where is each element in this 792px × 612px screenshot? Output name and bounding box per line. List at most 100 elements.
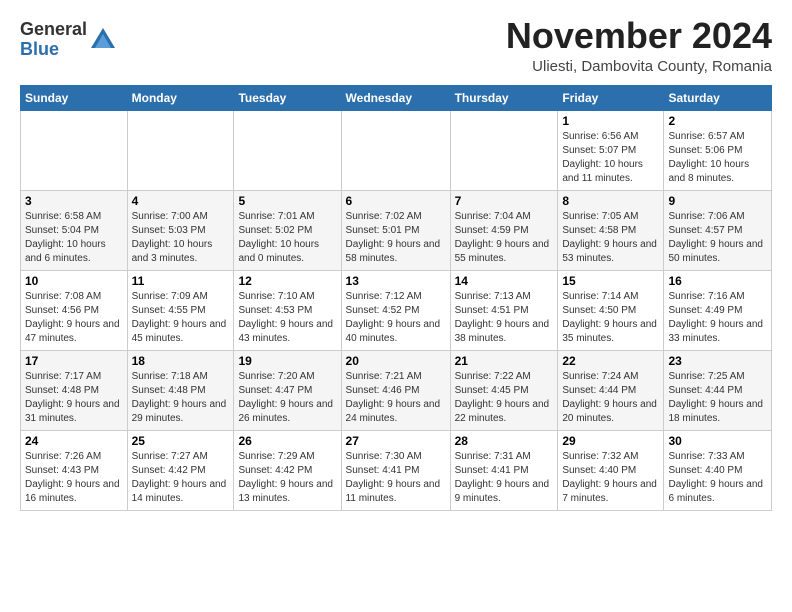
day-number: 6 bbox=[346, 194, 446, 208]
day-info: Sunrise: 7:22 AM Sunset: 4:45 PM Dayligh… bbox=[455, 370, 554, 426]
table-row bbox=[127, 110, 234, 190]
table-row: 11Sunrise: 7:09 AM Sunset: 4:55 PM Dayli… bbox=[127, 270, 234, 350]
table-row: 4Sunrise: 7:00 AM Sunset: 5:03 PM Daylig… bbox=[127, 190, 234, 270]
col-friday: Friday bbox=[558, 85, 664, 110]
day-number: 29 bbox=[562, 434, 659, 448]
day-info: Sunrise: 7:33 AM Sunset: 4:40 PM Dayligh… bbox=[668, 450, 767, 506]
day-number: 5 bbox=[238, 194, 336, 208]
day-info: Sunrise: 7:17 AM Sunset: 4:48 PM Dayligh… bbox=[25, 370, 123, 426]
table-row: 19Sunrise: 7:20 AM Sunset: 4:47 PM Dayli… bbox=[234, 350, 341, 430]
table-row: 25Sunrise: 7:27 AM Sunset: 4:42 PM Dayli… bbox=[127, 430, 234, 510]
day-info: Sunrise: 7:14 AM Sunset: 4:50 PM Dayligh… bbox=[562, 290, 659, 346]
day-info: Sunrise: 7:02 AM Sunset: 5:01 PM Dayligh… bbox=[346, 210, 446, 266]
day-info: Sunrise: 7:10 AM Sunset: 4:53 PM Dayligh… bbox=[238, 290, 336, 346]
day-number: 21 bbox=[455, 354, 554, 368]
table-row: 27 Sunrise: 7:30 AM Sunset: 4:41 PM Dayli… bbox=[341, 430, 450, 510]
day-info: Sunrise: 6:58 AM Sunset: 5:04 PM Dayligh… bbox=[25, 210, 123, 266]
header: General Blue November 2024 Uliesti, Damb… bbox=[20, 16, 772, 75]
day-number: 18 bbox=[132, 354, 230, 368]
table-row bbox=[450, 110, 558, 190]
calendar-table: Sunday Monday Tuesday Wednesday Thursday… bbox=[20, 85, 772, 511]
day-info: Sunrise: 7:30 AM Sunset: 4:41 PM Dayligh… bbox=[346, 450, 446, 506]
table-row: 17 Sunrise: 7:17 AM Sunset: 4:48 PM Dayli… bbox=[21, 350, 128, 430]
day-info: Sunrise: 7:08 AM Sunset: 4:56 PM Dayligh… bbox=[25, 290, 123, 346]
title-block: November 2024 Uliesti, Dambovita County,… bbox=[506, 16, 772, 75]
table-row: 28 Sunrise: 7:31 AM Sunset: 4:41 PM Dayli… bbox=[450, 430, 558, 510]
day-number: 7 bbox=[455, 194, 554, 208]
calendar-week-row: 17 Sunrise: 7:17 AM Sunset: 4:48 PM Dayli… bbox=[21, 350, 772, 430]
table-row: 2Sunrise: 6:57 AM Sunset: 5:06 PM Daylig… bbox=[664, 110, 772, 190]
calendar-week-row: 10 Sunrise: 7:08 AM Sunset: 4:56 PM Dayli… bbox=[21, 270, 772, 350]
col-sunday: Sunday bbox=[21, 85, 128, 110]
day-info: Sunrise: 7:00 AM Sunset: 5:03 PM Dayligh… bbox=[132, 210, 230, 266]
calendar-header-row: Sunday Monday Tuesday Wednesday Thursday… bbox=[21, 85, 772, 110]
table-row: 9 Sunrise: 7:06 AM Sunset: 4:57 PM Daylig… bbox=[664, 190, 772, 270]
day-info: Sunrise: 7:05 AM Sunset: 4:58 PM Dayligh… bbox=[562, 210, 659, 266]
day-number: 10 bbox=[25, 274, 123, 288]
day-number: 3 bbox=[25, 194, 123, 208]
day-number: 11 bbox=[132, 274, 230, 288]
day-number: 12 bbox=[238, 274, 336, 288]
table-row: 1 Sunrise: 6:56 AM Sunset: 5:07 PM Daylig… bbox=[558, 110, 664, 190]
table-row bbox=[21, 110, 128, 190]
table-row: 6 Sunrise: 7:02 AM Sunset: 5:01 PM Daylig… bbox=[341, 190, 450, 270]
day-info: Sunrise: 7:18 AM Sunset: 4:48 PM Dayligh… bbox=[132, 370, 230, 426]
table-row: 14Sunrise: 7:13 AM Sunset: 4:51 PM Dayli… bbox=[450, 270, 558, 350]
table-row bbox=[234, 110, 341, 190]
table-row: 23Sunrise: 7:25 AM Sunset: 4:44 PM Dayli… bbox=[664, 350, 772, 430]
day-info: Sunrise: 7:06 AM Sunset: 4:57 PM Dayligh… bbox=[668, 210, 767, 266]
table-row: 30 Sunrise: 7:33 AM Sunset: 4:40 PM Dayli… bbox=[664, 430, 772, 510]
day-number: 16 bbox=[668, 274, 767, 288]
calendar-week-row: 24 Sunrise: 7:26 AM Sunset: 4:43 PM Dayli… bbox=[21, 430, 772, 510]
table-row: 16Sunrise: 7:16 AM Sunset: 4:49 PM Dayli… bbox=[664, 270, 772, 350]
day-number: 15 bbox=[562, 274, 659, 288]
table-row: 10 Sunrise: 7:08 AM Sunset: 4:56 PM Dayli… bbox=[21, 270, 128, 350]
day-number: 27 bbox=[346, 434, 446, 448]
logo-blue-text: Blue bbox=[20, 39, 59, 59]
day-number: 23 bbox=[668, 354, 767, 368]
day-info: Sunrise: 7:32 AM Sunset: 4:40 PM Dayligh… bbox=[562, 450, 659, 506]
table-row: 26Sunrise: 7:29 AM Sunset: 4:42 PM Dayli… bbox=[234, 430, 341, 510]
table-row: 24 Sunrise: 7:26 AM Sunset: 4:43 PM Dayli… bbox=[21, 430, 128, 510]
day-number: 8 bbox=[562, 194, 659, 208]
day-number: 26 bbox=[238, 434, 336, 448]
day-info: Sunrise: 7:13 AM Sunset: 4:51 PM Dayligh… bbox=[455, 290, 554, 346]
table-row: 20 Sunrise: 7:21 AM Sunset: 4:46 PM Dayli… bbox=[341, 350, 450, 430]
day-number: 17 bbox=[25, 354, 123, 368]
col-wednesday: Wednesday bbox=[341, 85, 450, 110]
table-row: 12 Sunrise: 7:10 AM Sunset: 4:53 PM Dayli… bbox=[234, 270, 341, 350]
table-row: 21 Sunrise: 7:22 AM Sunset: 4:45 PM Dayli… bbox=[450, 350, 558, 430]
table-row: 29 Sunrise: 7:32 AM Sunset: 4:40 PM Dayli… bbox=[558, 430, 664, 510]
day-info: Sunrise: 7:21 AM Sunset: 4:46 PM Dayligh… bbox=[346, 370, 446, 426]
day-number: 13 bbox=[346, 274, 446, 288]
day-number: 9 bbox=[668, 194, 767, 208]
day-info: Sunrise: 7:12 AM Sunset: 4:52 PM Dayligh… bbox=[346, 290, 446, 346]
day-info: Sunrise: 7:26 AM Sunset: 4:43 PM Dayligh… bbox=[25, 450, 123, 506]
day-info: Sunrise: 6:56 AM Sunset: 5:07 PM Dayligh… bbox=[562, 130, 659, 186]
col-thursday: Thursday bbox=[450, 85, 558, 110]
table-row: 13 Sunrise: 7:12 AM Sunset: 4:52 PM Dayli… bbox=[341, 270, 450, 350]
table-row: 18 Sunrise: 7:18 AM Sunset: 4:48 PM Dayli… bbox=[127, 350, 234, 430]
day-number: 2 bbox=[668, 114, 767, 128]
table-row: 5Sunrise: 7:01 AM Sunset: 5:02 PM Daylig… bbox=[234, 190, 341, 270]
table-row: 7 Sunrise: 7:04 AM Sunset: 4:59 PM Daylig… bbox=[450, 190, 558, 270]
col-saturday: Saturday bbox=[664, 85, 772, 110]
logo-icon bbox=[89, 26, 117, 54]
table-row bbox=[341, 110, 450, 190]
day-number: 28 bbox=[455, 434, 554, 448]
table-row: 15 Sunrise: 7:14 AM Sunset: 4:50 PM Dayli… bbox=[558, 270, 664, 350]
day-number: 24 bbox=[25, 434, 123, 448]
day-number: 22 bbox=[562, 354, 659, 368]
table-row: 22 Sunrise: 7:24 AM Sunset: 4:44 PM Dayli… bbox=[558, 350, 664, 430]
day-number: 20 bbox=[346, 354, 446, 368]
day-number: 19 bbox=[238, 354, 336, 368]
col-tuesday: Tuesday bbox=[234, 85, 341, 110]
day-info: Sunrise: 7:24 AM Sunset: 4:44 PM Dayligh… bbox=[562, 370, 659, 426]
col-monday: Monday bbox=[127, 85, 234, 110]
day-info: Sunrise: 7:04 AM Sunset: 4:59 PM Dayligh… bbox=[455, 210, 554, 266]
day-number: 30 bbox=[668, 434, 767, 448]
day-number: 1 bbox=[562, 114, 659, 128]
day-number: 25 bbox=[132, 434, 230, 448]
page: General Blue November 2024 Uliesti, Damb… bbox=[0, 0, 792, 527]
day-info: Sunrise: 7:31 AM Sunset: 4:41 PM Dayligh… bbox=[455, 450, 554, 506]
